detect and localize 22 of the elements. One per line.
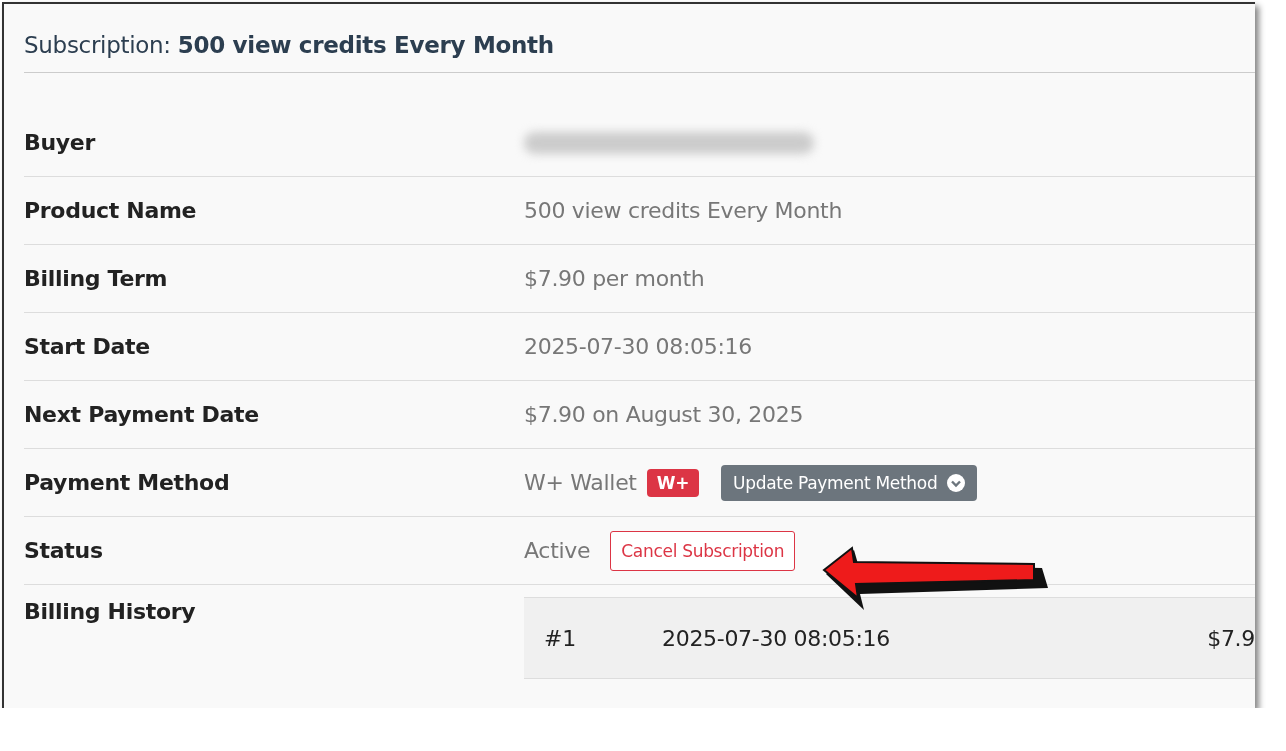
entry-date: 2025-07-30 08:05:16 xyxy=(662,625,890,651)
wallet-badge: W+ xyxy=(646,468,700,497)
field-label: Payment Method xyxy=(24,470,231,495)
field-label: Status xyxy=(24,538,104,563)
field-value: $7.90 per month xyxy=(524,266,705,291)
page-title: Subscription: 500 view credits Every Month xyxy=(24,4,1255,73)
field-value: Active xyxy=(524,538,591,563)
field-label: Product Name xyxy=(24,198,198,223)
field-label: Next Payment Date xyxy=(24,402,260,427)
update-payment-button[interactable]: Update Payment Method xyxy=(721,464,978,501)
field-label: Billing History xyxy=(24,599,197,624)
entry-amount: $7.9 xyxy=(1207,625,1255,651)
field-label: Buyer xyxy=(24,130,97,155)
entry-number: #1 xyxy=(544,625,577,651)
field-value: 500 view credits Every Month xyxy=(524,198,843,223)
chevron-down-icon xyxy=(947,473,966,492)
cancel-subscription-button[interactable]: Cancel Subscription xyxy=(610,530,796,571)
field-label: Billing Term xyxy=(24,266,169,291)
field-value: W+ Wallet xyxy=(524,470,637,495)
field-value: 2025-07-30 08:05:16 xyxy=(524,334,752,359)
field-value: $7.90 on August 30, 2025 xyxy=(524,402,804,427)
field-label: Start Date xyxy=(24,334,151,359)
